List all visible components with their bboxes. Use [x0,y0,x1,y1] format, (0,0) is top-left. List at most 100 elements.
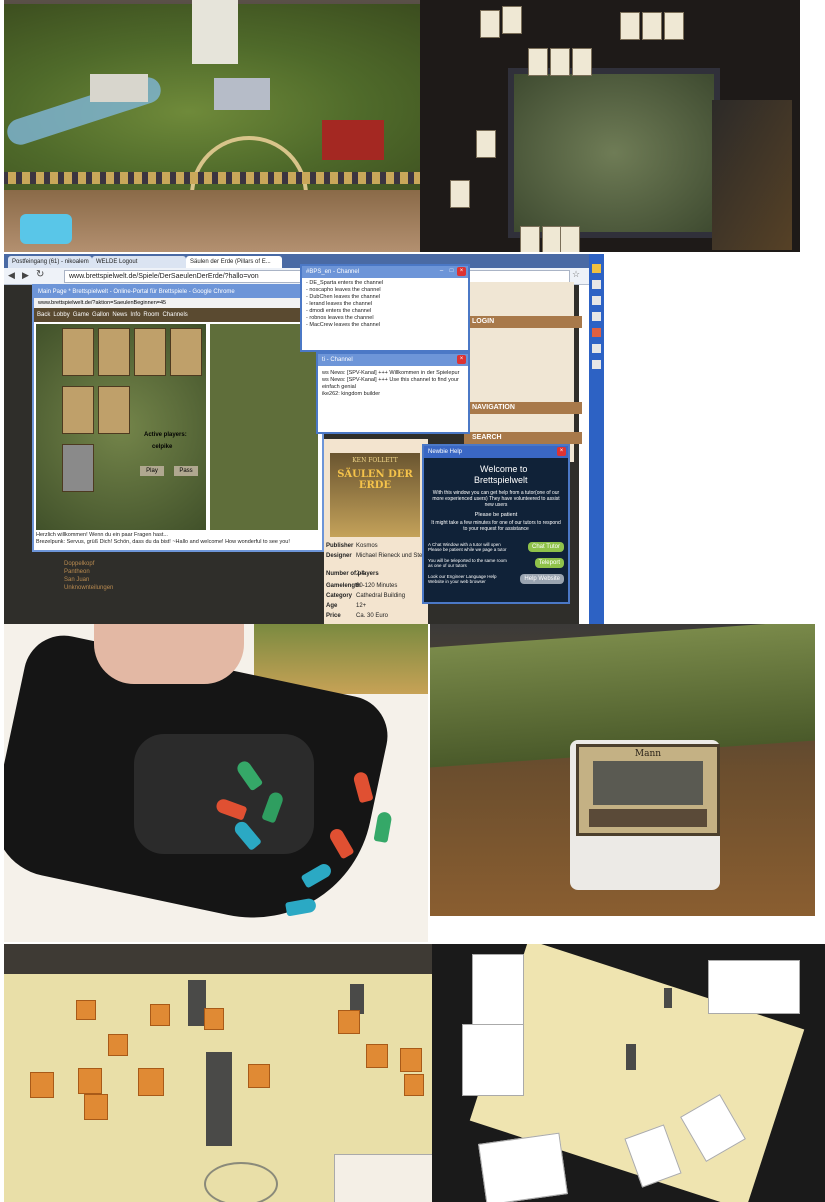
meta-price: Price Ca. 30 Euro [326,613,389,619]
browser-tab[interactable]: Postfeingang (61) - nikoalem [8,256,92,268]
game-board-view [36,324,206,530]
card-cost-strip [589,809,707,827]
app-icon[interactable] [592,312,601,321]
game-card[interactable] [134,328,166,376]
orange-block [108,1034,128,1056]
orange-block [84,1094,108,1120]
chat-line: Brezelpunk: Servus, grüß Dich! Schön, da… [36,539,290,545]
pass-button[interactable]: Pass [174,466,198,476]
close-icon[interactable]: × [557,447,566,456]
app-icon[interactable] [592,360,601,369]
maximize-icon[interactable]: □ [447,267,456,276]
top-card: Mann [576,744,720,836]
channel-window-2: ti - Channel × ws News: [SPV-Kanal] +++ … [316,352,470,434]
chat-line: - DE_Sparta enters the channel [306,280,384,286]
orange-block [400,1048,422,1072]
chat-line: ws News: [SPV-Kanal] +++ Use this channe… [322,377,459,383]
card [502,6,522,34]
chat-tutor-text: A Chat Window with a tutor will open Ple… [428,542,507,552]
orange-block [150,1004,170,1026]
game-board [508,68,720,238]
card [480,10,500,38]
meta-category: Category Cathedral Building [326,593,406,599]
photo-bag-of-pawns [4,624,428,942]
star-icon[interactable]: ☆ [572,269,580,280]
toolbar-lobby[interactable]: Lobby [53,312,69,318]
navigation-heading: NAVIGATION [464,402,582,414]
bag-inside [134,734,314,854]
chat-tutor-button[interactable]: Chat Tutor [527,542,564,552]
back-icon[interactable]: ◀ [8,270,15,281]
toolbar-channels[interactable]: Channels [162,312,187,318]
window-title: Main Page * Brettspielwelt - Online-Port… [34,286,322,298]
toolbar-game[interactable]: Game [73,312,89,318]
app-icon[interactable] [592,328,601,337]
box-cover: KEN FOLLETT SÄULEN DER ERDE [330,453,420,537]
app-icon[interactable] [592,296,601,305]
screenshot-online-game: Postfeingang (61) - nikoalem WELDE Logou… [4,254,604,624]
app-icon[interactable] [592,344,601,353]
chat-line: - noscapho leaves the channel [306,287,381,293]
orange-block [338,1010,360,1034]
meta-gamelength: Gamelength60-120 Minutes [326,583,398,589]
toolbar-gallon[interactable]: Gallon [92,312,109,318]
toolbar-news[interactable]: News [112,312,127,318]
cover-author: KEN FOLLETT [352,457,398,464]
window-title: ti - Channel [318,354,468,366]
card-illustration [593,761,703,805]
link[interactable]: Doppelkopf [64,560,113,568]
card [478,1132,568,1202]
orange-block [78,1068,102,1094]
game-card[interactable] [62,386,94,434]
toolbar-info[interactable]: Info [130,312,140,318]
play-button[interactable]: Play [140,466,164,476]
teleport-button[interactable]: Teleport [534,558,564,568]
grey-tower [664,988,672,1008]
meta-age: Age 12+ [326,603,367,609]
photo-overhead-game [420,0,800,252]
game-card[interactable] [62,328,94,376]
reload-icon[interactable]: ↻ [36,269,44,280]
game-card[interactable] [170,328,202,376]
orange-block [204,1008,224,1030]
link[interactable]: Unknownteilungen [64,584,113,592]
background-table [4,944,432,974]
orange-block [366,1044,388,1068]
card [528,48,548,76]
minimize-icon[interactable]: – [437,267,446,276]
welcome-heading: Welcome to [480,464,528,474]
red-stone-pieces [322,120,384,160]
game-card[interactable] [62,444,94,492]
close-icon[interactable]: × [457,355,466,364]
card [334,1154,432,1202]
game-card[interactable] [98,328,130,376]
newbie-help-window: Newbie Help × Welcome to Brettspielwelt … [422,444,570,604]
active-player-name: celpike [152,444,173,450]
intro-text: With this window you can get help from a… [432,490,560,508]
game-links: Doppelkopf Pantheon San Juan Unknownteil… [64,560,113,592]
app-icon[interactable] [592,280,601,289]
manual-text: Look our Engineer Language Help Website … [428,574,497,584]
game-url: www.brettspielwelt.de/?aktion=SaeulenBeg… [34,298,326,308]
window-title: Newbie Help [424,446,568,458]
game-card[interactable] [98,386,130,434]
close-icon[interactable]: × [457,267,466,276]
app-icon[interactable] [592,264,601,273]
grey-stone-pieces [214,78,270,110]
link[interactable]: San Juan [64,576,113,584]
link[interactable]: Pantheon [64,568,113,576]
welcome-heading-2: Brettspielwelt [474,475,528,485]
browser-tab-active[interactable]: Säulen der Erde (Pillars of E... [186,256,282,268]
card-title: Mann [634,749,662,759]
orange-block [76,1000,96,1020]
card [572,48,592,76]
card [642,12,662,40]
card [550,48,570,76]
photo-expansion-board [4,944,432,1202]
forward-icon[interactable]: ▶ [22,270,29,281]
cyan-pieces [20,214,72,244]
help-website-button[interactable]: Help Website [520,574,564,584]
toolbar-room[interactable]: Room [143,312,159,318]
browser-tab[interactable]: WELDE Logout [92,256,186,268]
toolbar-back[interactable]: Back [37,312,50,318]
